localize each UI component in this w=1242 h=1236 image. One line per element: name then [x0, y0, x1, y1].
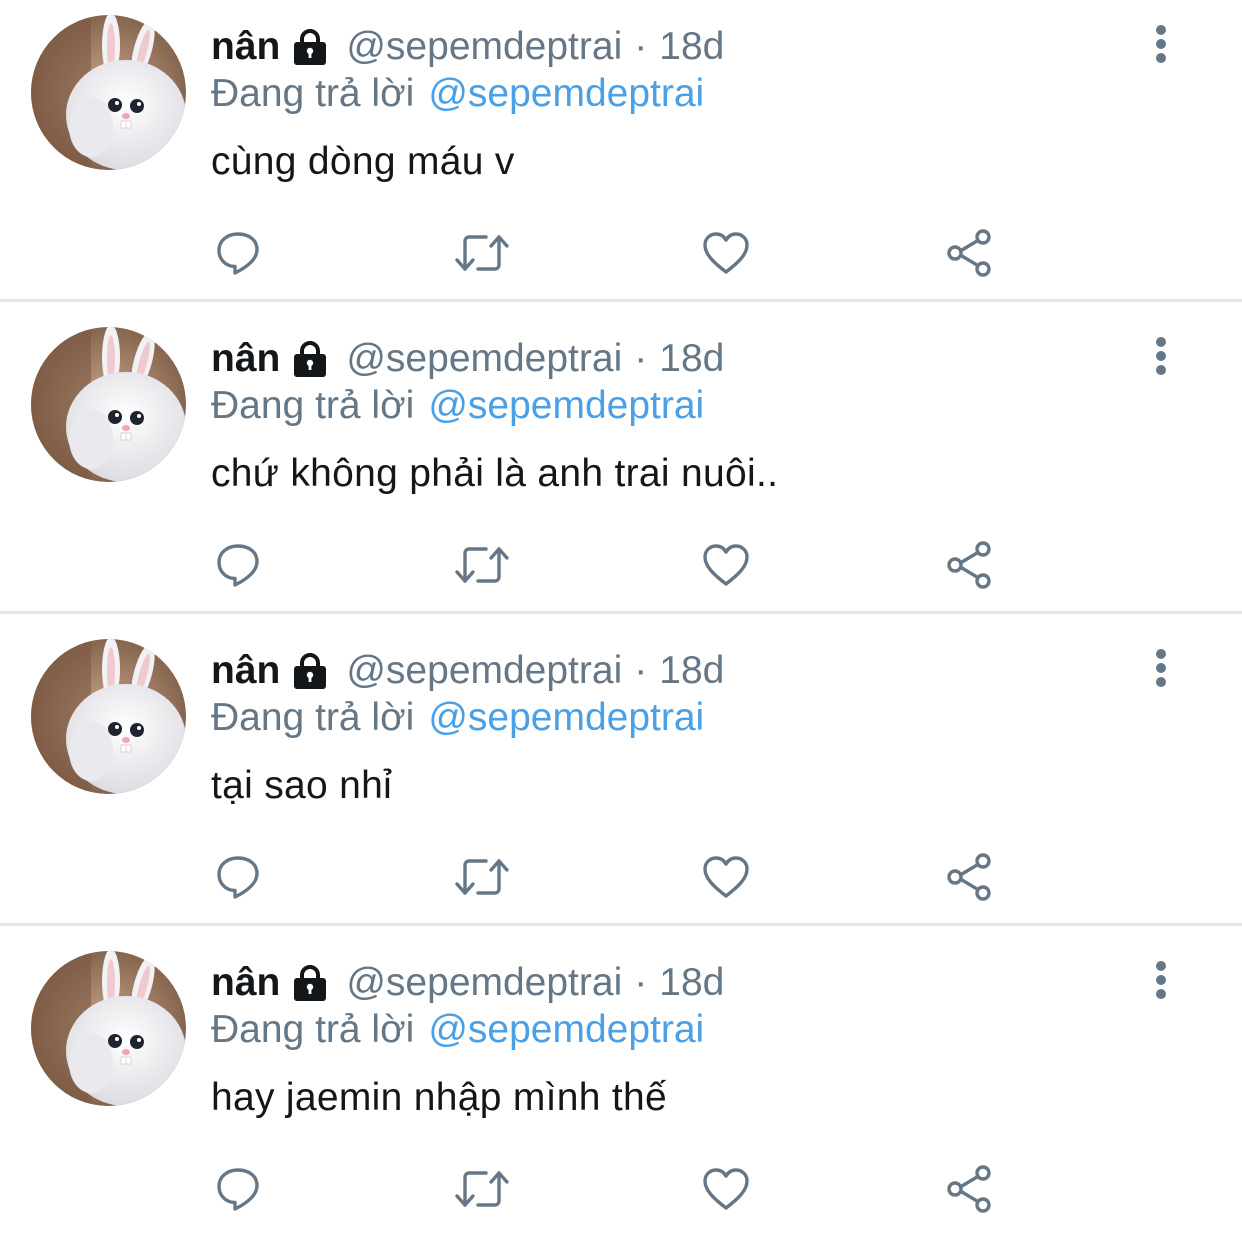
avatar[interactable]: [31, 15, 186, 170]
bunny-avatar-image: [31, 327, 186, 482]
heart-icon: [703, 544, 749, 586]
replying-to-line: Đang trả lời @sepemdeptrai: [211, 384, 704, 428]
more-options-button[interactable]: [1140, 20, 1182, 68]
like-button[interactable]: [696, 225, 756, 281]
timestamp[interactable]: 18d: [659, 961, 724, 1005]
share-button[interactable]: [940, 225, 1000, 281]
lock-icon: [290, 963, 330, 1003]
more-vertical-icon: [1156, 25, 1166, 63]
bunny-avatar-image: [31, 639, 186, 794]
retweet-icon: [455, 547, 509, 583]
retweet-icon: [455, 1171, 509, 1207]
separator-dot: ·: [634, 649, 648, 692]
more-options-button[interactable]: [1140, 644, 1182, 692]
user-handle[interactable]: @sepemdeptrai: [346, 649, 622, 693]
replying-to-label: Đang trả lời: [211, 696, 415, 739]
like-button[interactable]: [696, 849, 756, 905]
tweet-divider: [0, 923, 1242, 926]
more-vertical-icon: [1156, 961, 1166, 999]
lock-icon: [290, 339, 330, 379]
share-button[interactable]: [940, 537, 1000, 593]
user-handle[interactable]: @sepemdeptrai: [346, 25, 622, 69]
replying-to-line: Đang trả lời @sepemdeptrai: [211, 1008, 704, 1052]
bunny-avatar-image: [31, 15, 186, 170]
lock-icon: [290, 651, 330, 691]
replying-to-label: Đang trả lời: [211, 384, 415, 427]
tweet-divider: [0, 611, 1242, 614]
bunny-avatar-image: [31, 951, 186, 1106]
replying-to-label: Đang trả lời: [211, 72, 415, 115]
reply-bubble-icon: [217, 544, 259, 587]
avatar[interactable]: [31, 639, 186, 794]
display-name[interactable]: nân: [211, 649, 280, 693]
lock-icon: [290, 27, 330, 67]
replying-to-label: Đang trả lời: [211, 1008, 415, 1051]
reply-button[interactable]: [208, 537, 268, 593]
retweet-icon: [455, 859, 509, 895]
replying-to-line: Đang trả lời @sepemdeptrai: [211, 72, 704, 116]
tweet-actions: [0, 1161, 1242, 1217]
reply-bubble-icon: [217, 856, 259, 899]
tweet-text: chứ không phải là anh trai nuôi..: [211, 452, 779, 495]
timestamp[interactable]: 18d: [659, 649, 724, 693]
tweet-header: nân @sepemdeptrai · 18d: [211, 332, 724, 386]
more-options-button[interactable]: [1140, 332, 1182, 380]
tweet-divider: [0, 299, 1242, 302]
retweet-button[interactable]: [452, 1161, 512, 1217]
avatar[interactable]: [31, 327, 186, 482]
share-icon: [947, 853, 991, 901]
retweet-button[interactable]: [452, 849, 512, 905]
reply-mention-link[interactable]: @sepemdeptrai: [428, 696, 704, 739]
tweet-actions: [0, 537, 1242, 593]
retweet-button[interactable]: [452, 225, 512, 281]
retweet-icon: [455, 235, 509, 271]
retweet-button[interactable]: [452, 537, 512, 593]
reply-mention-link[interactable]: @sepemdeptrai: [428, 72, 704, 115]
user-handle[interactable]: @sepemdeptrai: [346, 961, 622, 1005]
reply-bubble-icon: [217, 232, 259, 275]
tweet[interactable]: nân @sepemdeptrai · 18d Đang trả lời @sep…: [0, 936, 1242, 1236]
reply-mention-link[interactable]: @sepemdeptrai: [428, 1008, 704, 1051]
display-name[interactable]: nân: [211, 337, 280, 381]
tweet-header: nân @sepemdeptrai · 18d: [211, 644, 724, 698]
display-name[interactable]: nân: [211, 25, 280, 69]
reply-bubble-icon: [217, 1168, 259, 1211]
share-button[interactable]: [940, 1161, 1000, 1217]
more-options-button[interactable]: [1140, 956, 1182, 1004]
heart-icon: [703, 856, 749, 898]
share-button[interactable]: [940, 849, 1000, 905]
tweet-text: tại sao nhỉ: [211, 764, 393, 807]
tweet-actions: [0, 225, 1242, 281]
reply-button[interactable]: [208, 849, 268, 905]
user-handle[interactable]: @sepemdeptrai: [346, 337, 622, 381]
heart-icon: [703, 1168, 749, 1210]
tweet-text: cùng dòng máu v: [211, 140, 515, 183]
tweet-text: hay jaemin nhập mình thế: [211, 1076, 667, 1119]
reply-mention-link[interactable]: @sepemdeptrai: [428, 384, 704, 427]
display-name[interactable]: nân: [211, 961, 280, 1005]
tweet-header: nân @sepemdeptrai · 18d: [211, 956, 724, 1010]
tweet[interactable]: nân @sepemdeptrai · 18d Đang trả lời @sep…: [0, 624, 1242, 924]
replying-to-line: Đang trả lời @sepemdeptrai: [211, 696, 704, 740]
avatar[interactable]: [31, 951, 186, 1106]
tweet[interactable]: nân @sepemdeptrai · 18d Đang trả lời @sep…: [0, 312, 1242, 612]
like-button[interactable]: [696, 1161, 756, 1217]
like-button[interactable]: [696, 537, 756, 593]
separator-dot: ·: [634, 337, 648, 380]
heart-icon: [703, 232, 749, 274]
share-icon: [947, 229, 991, 277]
share-icon: [947, 1165, 991, 1213]
tweet[interactable]: nân @sepemdeptrai · 18d Đang trả lời @sep…: [0, 0, 1242, 300]
separator-dot: ·: [634, 961, 648, 1004]
timestamp[interactable]: 18d: [659, 337, 724, 381]
more-vertical-icon: [1156, 337, 1166, 375]
share-icon: [947, 541, 991, 589]
tweet-header: nân @sepemdeptrai · 18d: [211, 20, 724, 74]
more-vertical-icon: [1156, 649, 1166, 687]
reply-button[interactable]: [208, 1161, 268, 1217]
timestamp[interactable]: 18d: [659, 25, 724, 69]
tweet-actions: [0, 849, 1242, 905]
separator-dot: ·: [634, 25, 648, 68]
reply-button[interactable]: [208, 225, 268, 281]
